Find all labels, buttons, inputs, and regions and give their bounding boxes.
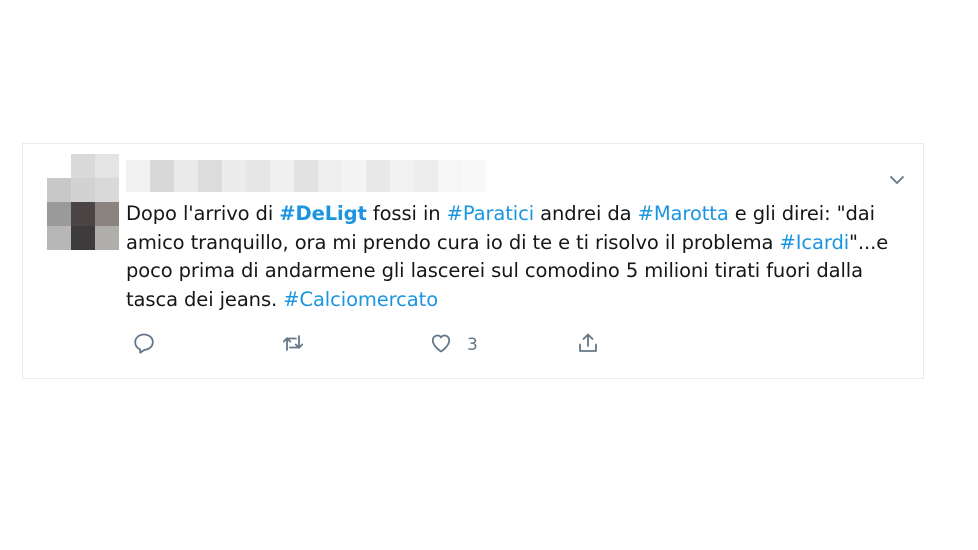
hashtag-link[interactable]: #Icardi [780, 231, 850, 254]
retweet-button[interactable] [281, 330, 305, 360]
author-name[interactable] [126, 160, 486, 192]
hashtag-link[interactable]: #Marotta [638, 202, 729, 225]
retweet-icon[interactable] [281, 331, 305, 359]
tweet-text-part: andrei da [534, 202, 638, 225]
tweet-text-part: Dopo l'arrivo di [126, 202, 280, 225]
tweet-actions: 3 [126, 330, 626, 360]
heart-icon[interactable] [429, 331, 453, 359]
tweet-text-part: fossi in [366, 202, 447, 225]
reply-button[interactable] [132, 330, 156, 360]
share-icon[interactable] [576, 331, 600, 359]
like-button[interactable]: 3 [429, 330, 478, 360]
tweet-card[interactable]: Dopo l'arrivo di #DeLigt fossi in #Parat… [22, 143, 924, 379]
tweet-text: Dopo l'arrivo di #DeLigt fossi in #Parat… [126, 200, 906, 314]
like-count: 3 [467, 335, 478, 355]
share-button[interactable] [576, 330, 600, 360]
hashtag-link[interactable]: #Paratici [447, 202, 535, 225]
reply-icon[interactable] [132, 331, 156, 359]
avatar[interactable] [47, 154, 119, 250]
chevron-down-icon[interactable] [887, 170, 907, 190]
hashtag-link[interactable]: #DeLigt [279, 202, 367, 225]
hashtag-link[interactable]: #Calciomercato [283, 288, 438, 311]
